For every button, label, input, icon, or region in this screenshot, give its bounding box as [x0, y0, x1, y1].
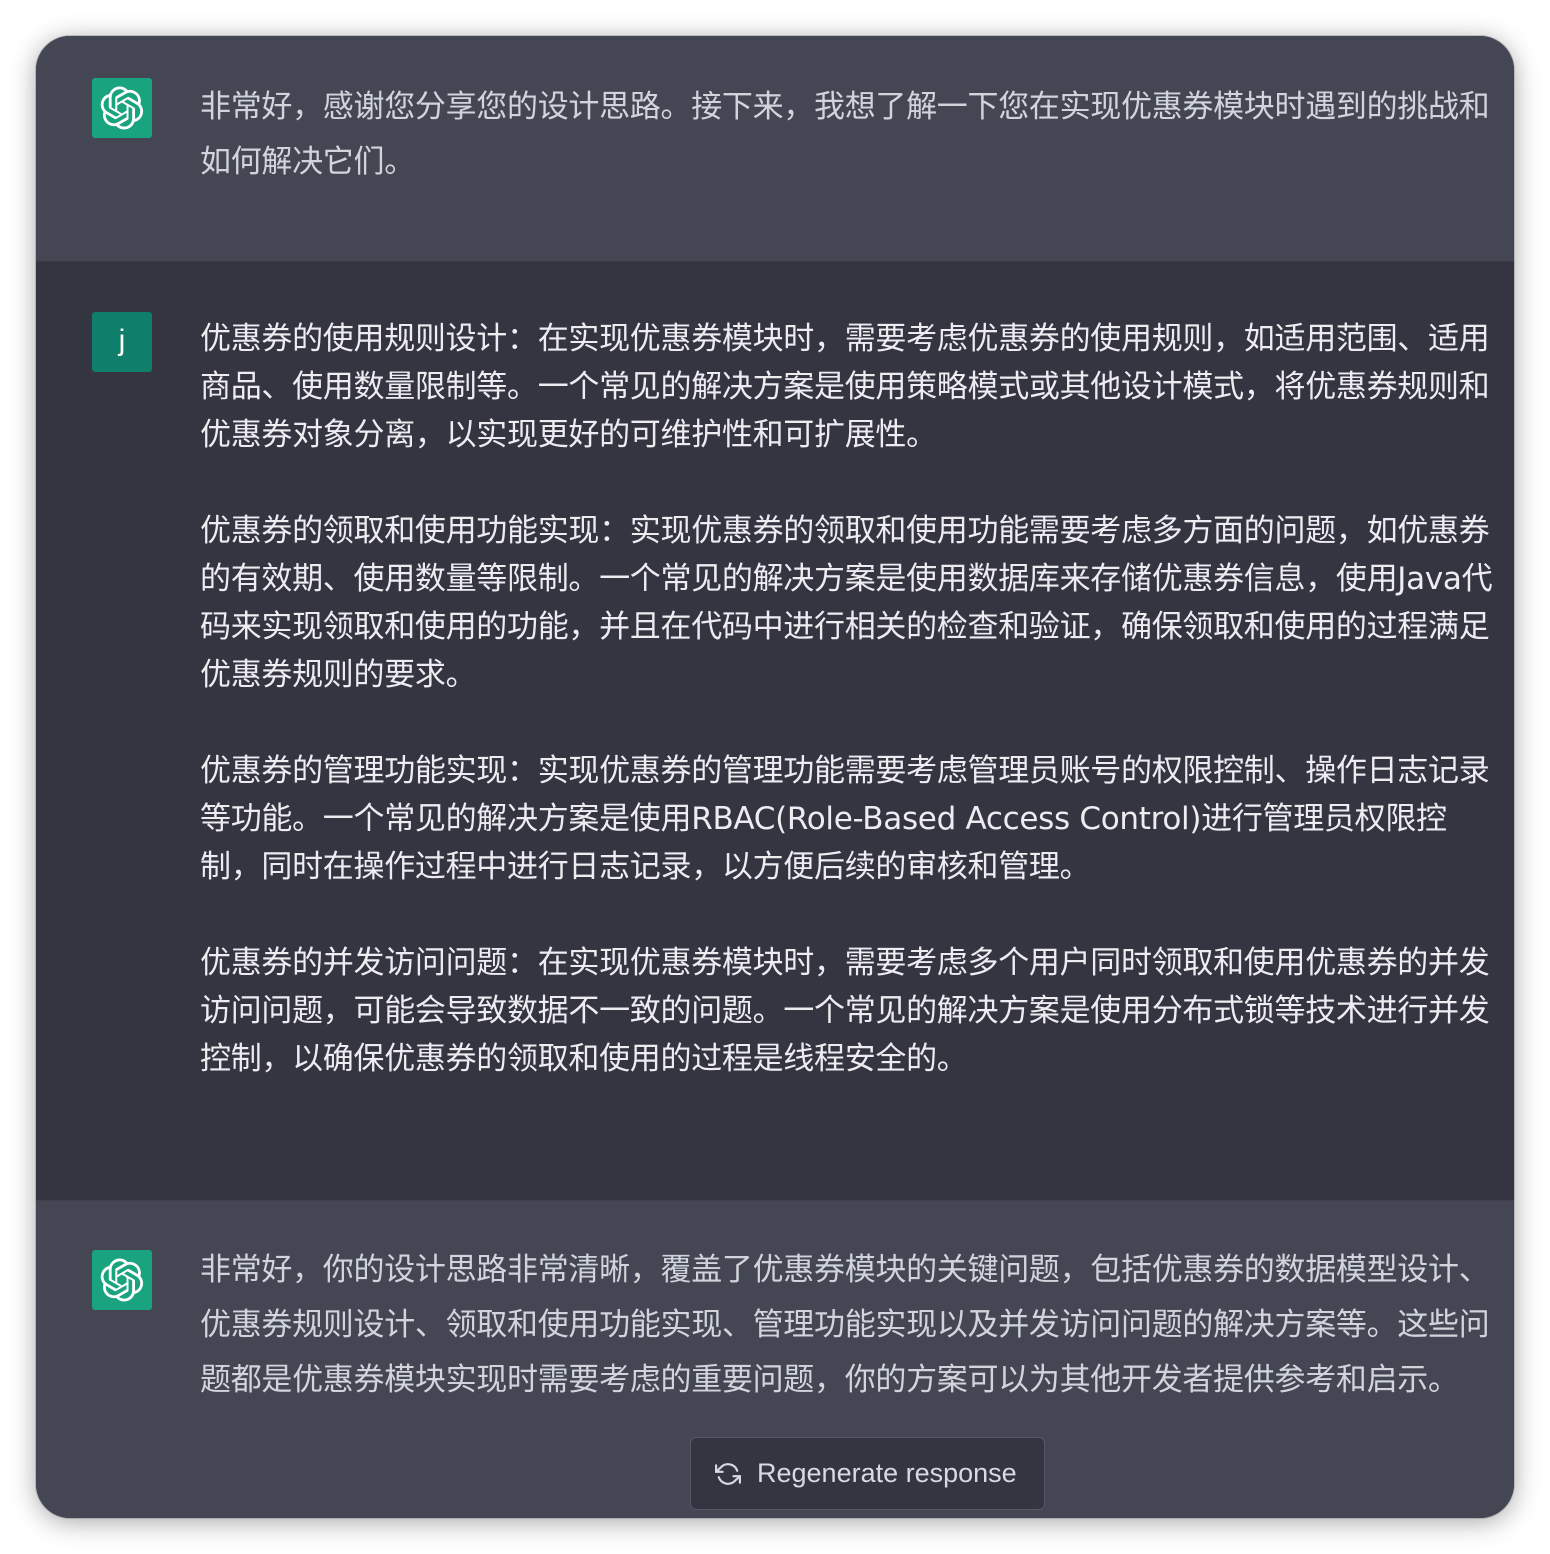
regenerate-response-label: Regenerate response — [757, 1458, 1017, 1488]
refresh-icon — [715, 1461, 741, 1487]
assistant-avatar — [92, 78, 152, 138]
chat-window: 非常好，感谢您分享您的设计思路。接下来，我想了解一下您在实现优惠券模块时遇到的挑… — [36, 36, 1514, 1518]
message-paragraph: 优惠券的并发访问问题：在实现优惠券模块时，需要考虑多个用户同时领取和使用优惠券的… — [200, 945, 1490, 1077]
message-paragraph: 优惠券的使用规则设计：在实现优惠券模块时，需要考虑优惠券的使用规则，如适用范围、… — [200, 321, 1490, 453]
openai-logo-icon — [100, 1258, 144, 1302]
user-avatar: j — [92, 312, 152, 372]
message-paragraph: 优惠券的领取和使用功能实现：实现优惠券的领取和使用功能需要考虑多方面的问题，如优… — [200, 513, 1493, 693]
message-text: 非常好，你的设计思路非常清晰，覆盖了优惠券模块的关键问题，包括优惠券的数据模型设… — [200, 1243, 1500, 1408]
assistant-message: 非常好，感谢您分享您的设计思路。接下来，我想了解一下您在实现优惠券模块时遇到的挑… — [36, 36, 1514, 262]
assistant-avatar — [92, 1250, 152, 1310]
message-paragraph: 非常好，你的设计思路非常清晰，覆盖了优惠券模块的关键问题，包括优惠券的数据模型设… — [200, 1252, 1490, 1398]
message-text: 优惠券的使用规则设计：在实现优惠券模块时，需要考虑优惠券的使用规则，如适用范围、… — [200, 315, 1500, 1083]
message-text: 非常好，感谢您分享您的设计思路。接下来，我想了解一下您在实现优惠券模块时遇到的挑… — [200, 80, 1500, 190]
user-avatar-letter: j — [118, 324, 126, 357]
user-message: j 优惠券的使用规则设计：在实现优惠券模块时，需要考虑优惠券的使用规则，如适用范… — [36, 262, 1514, 1201]
message-paragraph: 非常好，感谢您分享您的设计思路。接下来，我想了解一下您在实现优惠券模块时遇到的挑… — [200, 89, 1490, 180]
openai-logo-icon — [100, 86, 144, 130]
regenerate-response-button[interactable]: Regenerate response — [690, 1437, 1045, 1510]
message-paragraph: 优惠券的管理功能实现：实现优惠券的管理功能需要考虑管理员账号的权限控制、操作日志… — [200, 753, 1490, 885]
